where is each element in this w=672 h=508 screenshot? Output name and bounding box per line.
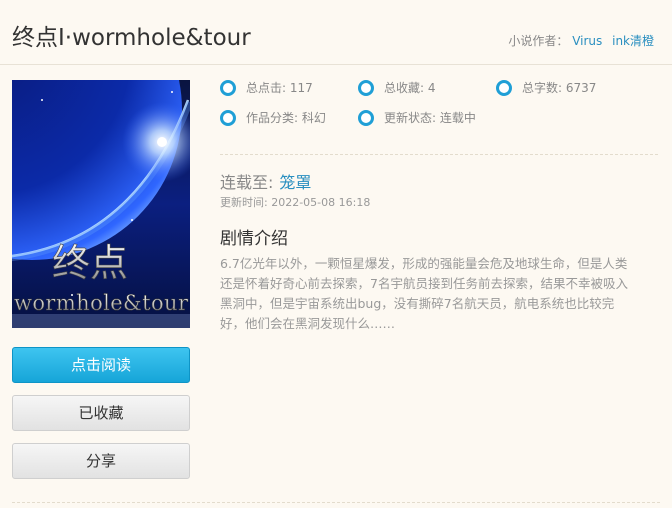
stat-status: 更新状态: 连载中	[358, 110, 476, 126]
divider	[220, 154, 658, 155]
cover-title-en: wormhole&tour	[14, 291, 189, 315]
stat-words-text: 总字数: 6737	[522, 81, 597, 95]
stat-favorites: 总收藏: 4	[358, 80, 436, 96]
latest-chapter: 连载至: 笼罩	[220, 169, 311, 193]
stat-category: 作品分类: 科幻	[220, 110, 326, 126]
update-time: 更新时间: 2022-05-08 16:18	[220, 196, 371, 209]
latest-chapter-link[interactable]: 笼罩	[279, 173, 311, 192]
author-info: 小说作者： Virus ink清橙	[508, 32, 654, 49]
circle-bullet-icon	[358, 110, 374, 126]
stat-clicks-text: 总点击: 117	[246, 81, 313, 95]
stat-clicks: 总点击: 117	[220, 80, 313, 96]
stat-status-text: 更新状态: 连载中	[384, 111, 476, 125]
header: 终点Ⅰ·wormhole&tour 小说作者： Virus ink清橙	[0, 0, 672, 65]
author-label: 小说作者：	[508, 34, 569, 48]
share-button[interactable]: 分享	[12, 443, 190, 479]
stat-favorites-text: 总收藏: 4	[384, 81, 436, 95]
author-link-2[interactable]: ink清橙	[612, 34, 654, 48]
book-title: 终点Ⅰ·wormhole&tour	[12, 25, 251, 51]
bottom-divider	[12, 502, 660, 503]
author-link-1[interactable]: Virus	[572, 34, 602, 48]
circle-bullet-icon	[220, 110, 236, 126]
intro-heading: 剧情介绍	[220, 229, 288, 249]
intro-text: 6.7亿光年以外，一颗恒星爆发，形成的强能量会危及地球生命，但是人类还是怀着好奇…	[220, 256, 628, 331]
circle-bullet-icon	[220, 80, 236, 96]
favorited-button[interactable]: 已收藏	[12, 395, 190, 431]
circle-bullet-icon	[496, 80, 512, 96]
circle-bullet-icon	[358, 80, 374, 96]
cover-title-cn: 终点	[52, 241, 128, 285]
book-cover[interactable]: 终点 wormhole&tour	[12, 80, 190, 328]
stat-words: 总字数: 6737	[496, 80, 596, 96]
latest-label: 连载至:	[220, 173, 274, 192]
stat-category-text: 作品分类: 科幻	[246, 111, 326, 125]
read-button[interactable]: 点击阅读	[12, 347, 190, 383]
